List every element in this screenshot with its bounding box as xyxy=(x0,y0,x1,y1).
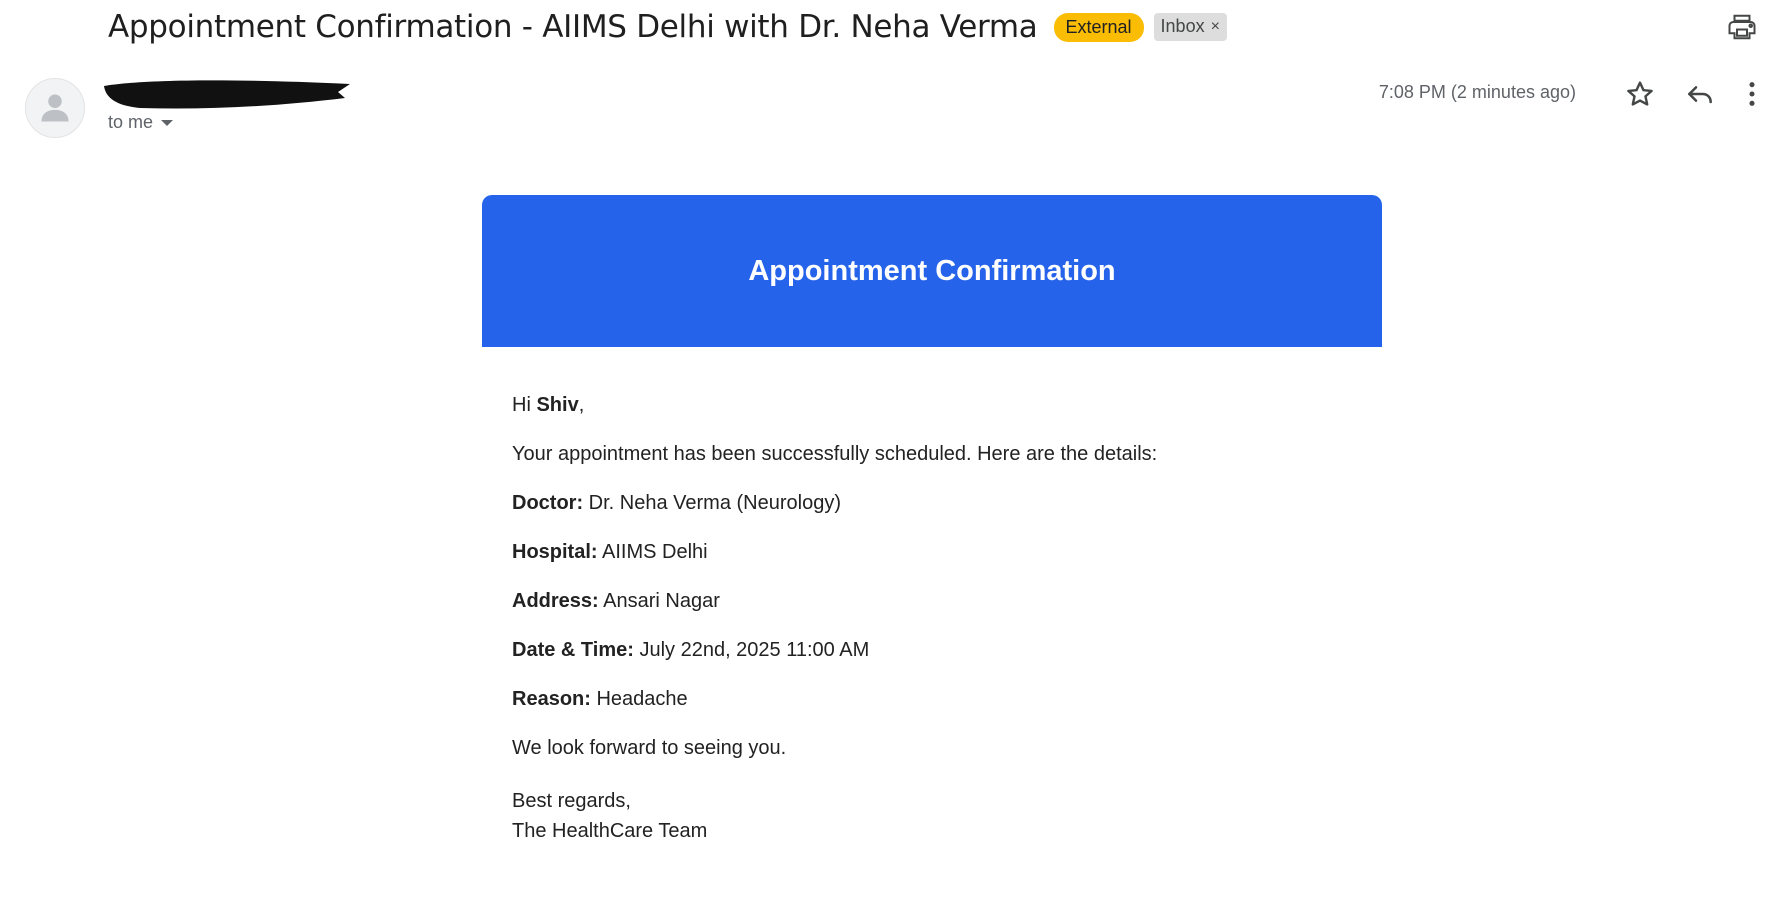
greeting-prefix: Hi xyxy=(512,394,531,416)
inbox-label-text: Inbox xyxy=(1160,16,1205,36)
detail-doctor: Doctor: Dr. Neha Verma (Neurology) xyxy=(512,492,1372,515)
email-view: Appointment Confirmation - AIIMS Delhi w… xyxy=(0,0,1776,919)
closing-text: We look forward to seeing you. xyxy=(512,737,787,759)
reply-icon[interactable] xyxy=(1684,78,1716,110)
email-timestamp: 7:08 PM (2 minutes ago) xyxy=(1378,82,1576,102)
detail-date-time: Date & Time: July 22nd, 2025 11:00 AM xyxy=(512,639,1372,662)
signoff-line-2: The HealthCare Team xyxy=(512,820,708,842)
signoff: Best regards, The HealthCare Team xyxy=(512,786,1372,846)
star-icon[interactable] xyxy=(1624,78,1656,110)
detail-address: Address: Ansari Nagar xyxy=(512,590,1372,613)
sender-name-redacted xyxy=(104,80,350,109)
greeting: Hi Shiv, xyxy=(512,394,1372,417)
detail-value: AIIMS Delhi xyxy=(602,541,708,563)
recipient-name: Shiv xyxy=(536,394,579,416)
person-icon xyxy=(41,94,69,122)
sender-avatar[interactable] xyxy=(25,78,85,138)
detail-label: Date & Time: xyxy=(512,639,634,661)
detail-label: Address: xyxy=(512,590,599,612)
detail-reason: Reason: Headache xyxy=(512,688,1372,711)
detail-hospital: Hospital: AIIMS Delhi xyxy=(512,541,1372,564)
recipient-details-toggle[interactable]: to me xyxy=(108,112,174,133)
recipient-text: to me xyxy=(108,112,154,132)
greeting-suffix: , xyxy=(578,394,585,416)
print-icon[interactable] xyxy=(1727,12,1757,42)
chevron-down-icon[interactable] xyxy=(161,119,174,126)
inbox-label[interactable]: Inbox × xyxy=(1153,13,1227,41)
detail-value: July 22nd, 2025 11:00 AM xyxy=(639,639,870,661)
external-label: External xyxy=(1053,12,1144,42)
detail-label: Doctor: xyxy=(512,492,584,514)
confirmation-banner: Appointment Confirmation xyxy=(482,195,1382,347)
more-vertical-icon[interactable] xyxy=(1736,78,1768,110)
detail-label: Reason: xyxy=(512,688,591,710)
email-subject: Appointment Confirmation - AIIMS Delhi w… xyxy=(108,9,1038,45)
intro-text: Your appointment has been successfully s… xyxy=(512,443,1158,465)
detail-value: Dr. Neha Verma (Neurology) xyxy=(588,492,841,514)
subject-row: Appointment Confirmation - AIIMS Delhi w… xyxy=(108,6,1227,48)
email-body: Hi Shiv, Your appointment has been succe… xyxy=(512,394,1372,872)
detail-value: Headache xyxy=(596,688,688,710)
signoff-line-1: Best regards, xyxy=(512,790,631,812)
detail-value: Ansari Nagar xyxy=(603,590,720,612)
remove-label-icon[interactable]: × xyxy=(1211,18,1220,36)
banner-title: Appointment Confirmation xyxy=(748,254,1116,287)
detail-label: Hospital: xyxy=(512,541,598,563)
